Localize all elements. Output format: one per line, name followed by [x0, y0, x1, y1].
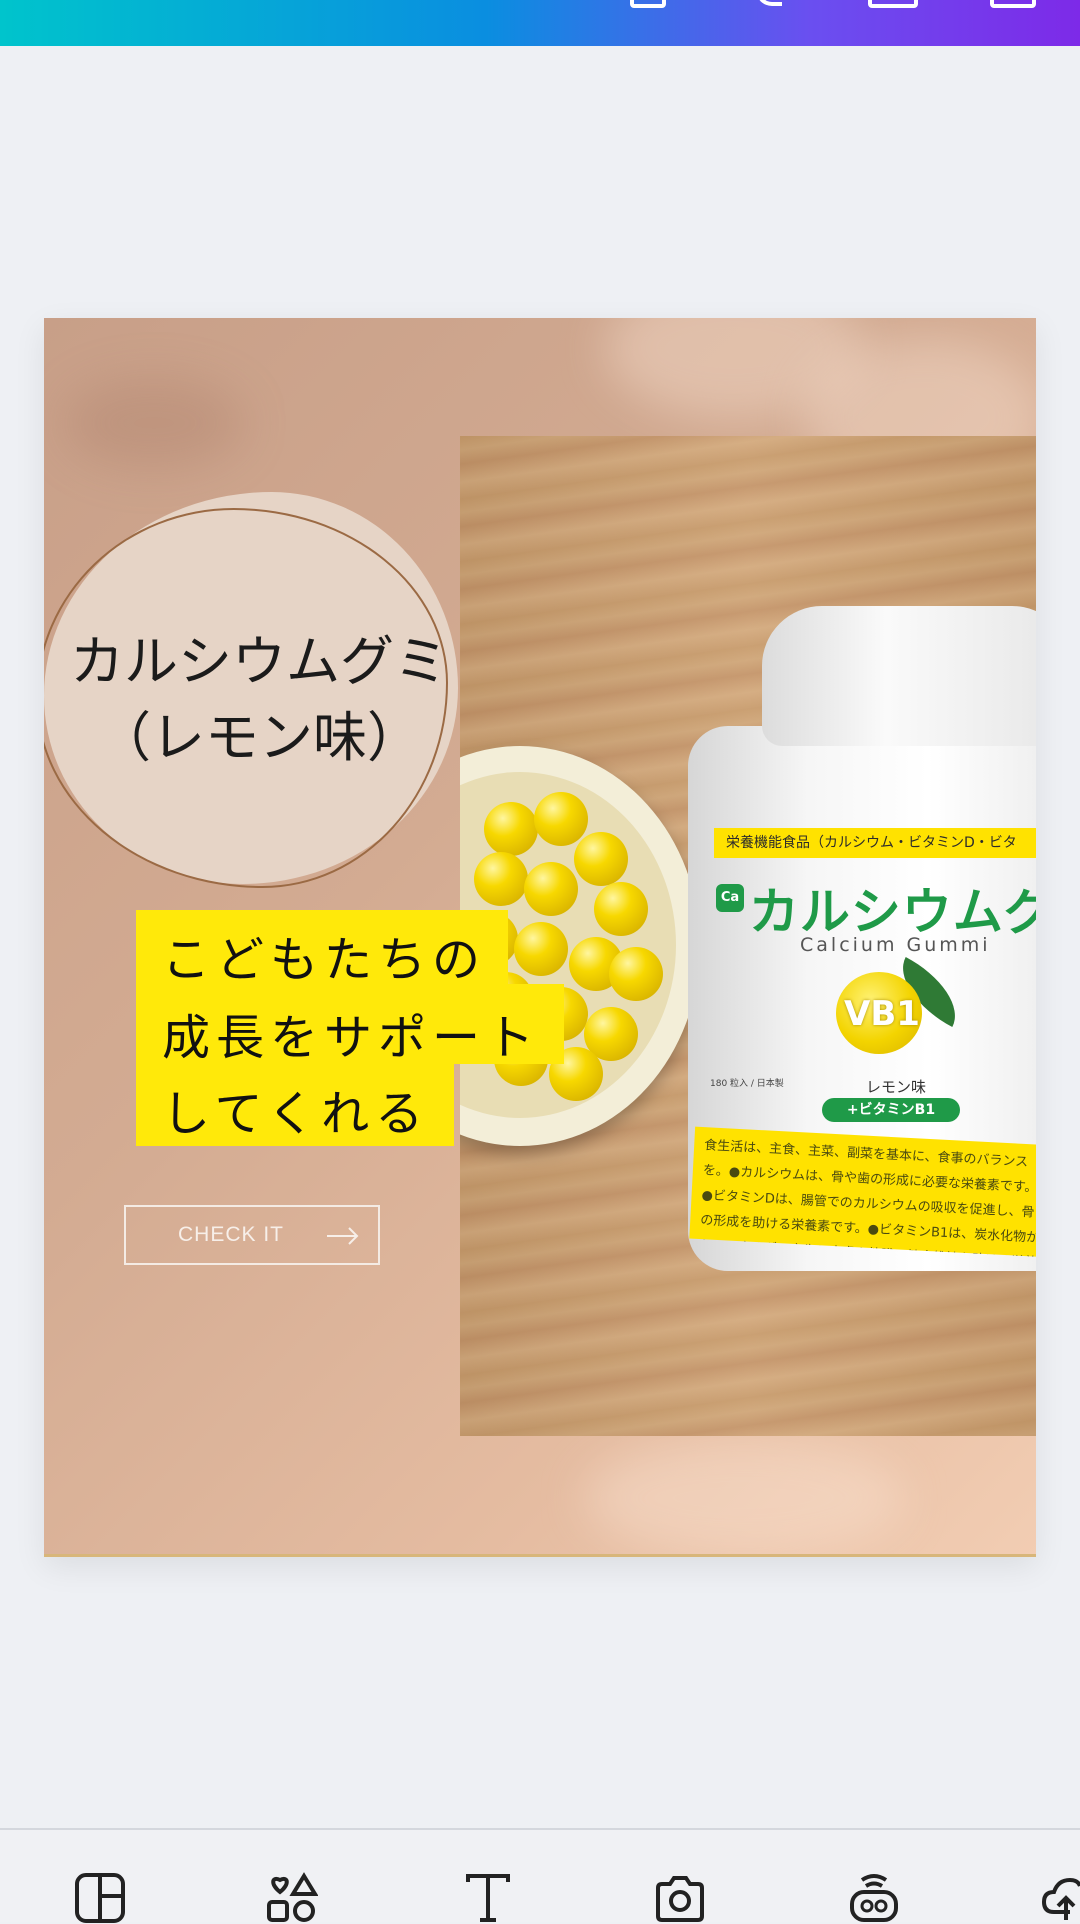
design-canvas[interactable]: 栄養機能食品（カルシウム・ビタミンD・ビタ カルシウムグ Ca Calcium … — [44, 318, 1036, 1557]
gummy — [574, 832, 628, 886]
canvas-bottom-line — [44, 1554, 1036, 1557]
templates-icon[interactable] — [74, 1872, 126, 1924]
subtitle-line-3[interactable]: してくれる — [162, 1074, 429, 1144]
subtitle-line-2[interactable]: 成長をサポート — [162, 998, 540, 1068]
bottle-brand-text: カルシウムグ — [748, 883, 1036, 941]
bottle-spec: 180 粒入 / 日本製 — [710, 1079, 784, 1089]
gummy — [514, 922, 568, 976]
subtitle-line-1[interactable]: こどもたちの — [162, 920, 486, 990]
bottle-cap — [762, 606, 1036, 746]
check-it-label: CHECK IT — [178, 1223, 285, 1246]
product-photo[interactable]: 栄養機能食品（カルシウム・ビタミンD・ビタ カルシウムグ Ca Calcium … — [460, 436, 1036, 1436]
resize-icon[interactable] — [868, 0, 918, 8]
gummy — [609, 947, 663, 1001]
title-line-1: カルシウムグミ — [70, 630, 448, 693]
apps-icon[interactable] — [848, 1872, 900, 1924]
elements-icon[interactable] — [266, 1872, 318, 1924]
bottle-brand-sub: Calcium Gummi — [800, 934, 991, 956]
label-top-text: 栄養機能食品（カルシウム・ビタミンD・ビタ — [714, 828, 1036, 858]
leaf-shadow — [64, 378, 244, 468]
bottle-label-text: 食生活は、主食、主菜、副菜を基本に、食事のバランスを。●カルシウムは、骨や歯の形… — [689, 1126, 1036, 1258]
gummy — [594, 882, 648, 936]
gummy — [484, 802, 538, 856]
product-title[interactable]: カルシウムグミ （レモン味） — [54, 624, 464, 776]
title-line-2: （レモン味） — [97, 706, 421, 769]
camera-icon[interactable] — [654, 1872, 706, 1924]
undo-icon[interactable] — [756, 0, 782, 6]
leaf-shadow — [584, 1438, 904, 1557]
bottle-flavor: レモン味 — [866, 1078, 927, 1096]
calcium-badge: Ca — [716, 884, 744, 912]
gummy — [524, 862, 578, 916]
text-icon[interactable] — [462, 1872, 514, 1924]
gummy — [474, 852, 528, 906]
vb1-emblem: VB1 — [844, 994, 920, 1034]
editor-bottom-toolbar — [0, 1828, 1080, 1924]
editor-top-bar — [0, 0, 1080, 46]
vitamin-tag: +ビタミンB1 — [822, 1098, 960, 1122]
gummy — [534, 792, 588, 846]
arrow-right-icon — [327, 1227, 359, 1245]
menu-icon[interactable] — [630, 0, 666, 8]
share-icon[interactable] — [990, 0, 1036, 8]
uploads-icon[interactable] — [1040, 1872, 1080, 1924]
check-it-button[interactable]: CHECK IT — [124, 1205, 380, 1265]
